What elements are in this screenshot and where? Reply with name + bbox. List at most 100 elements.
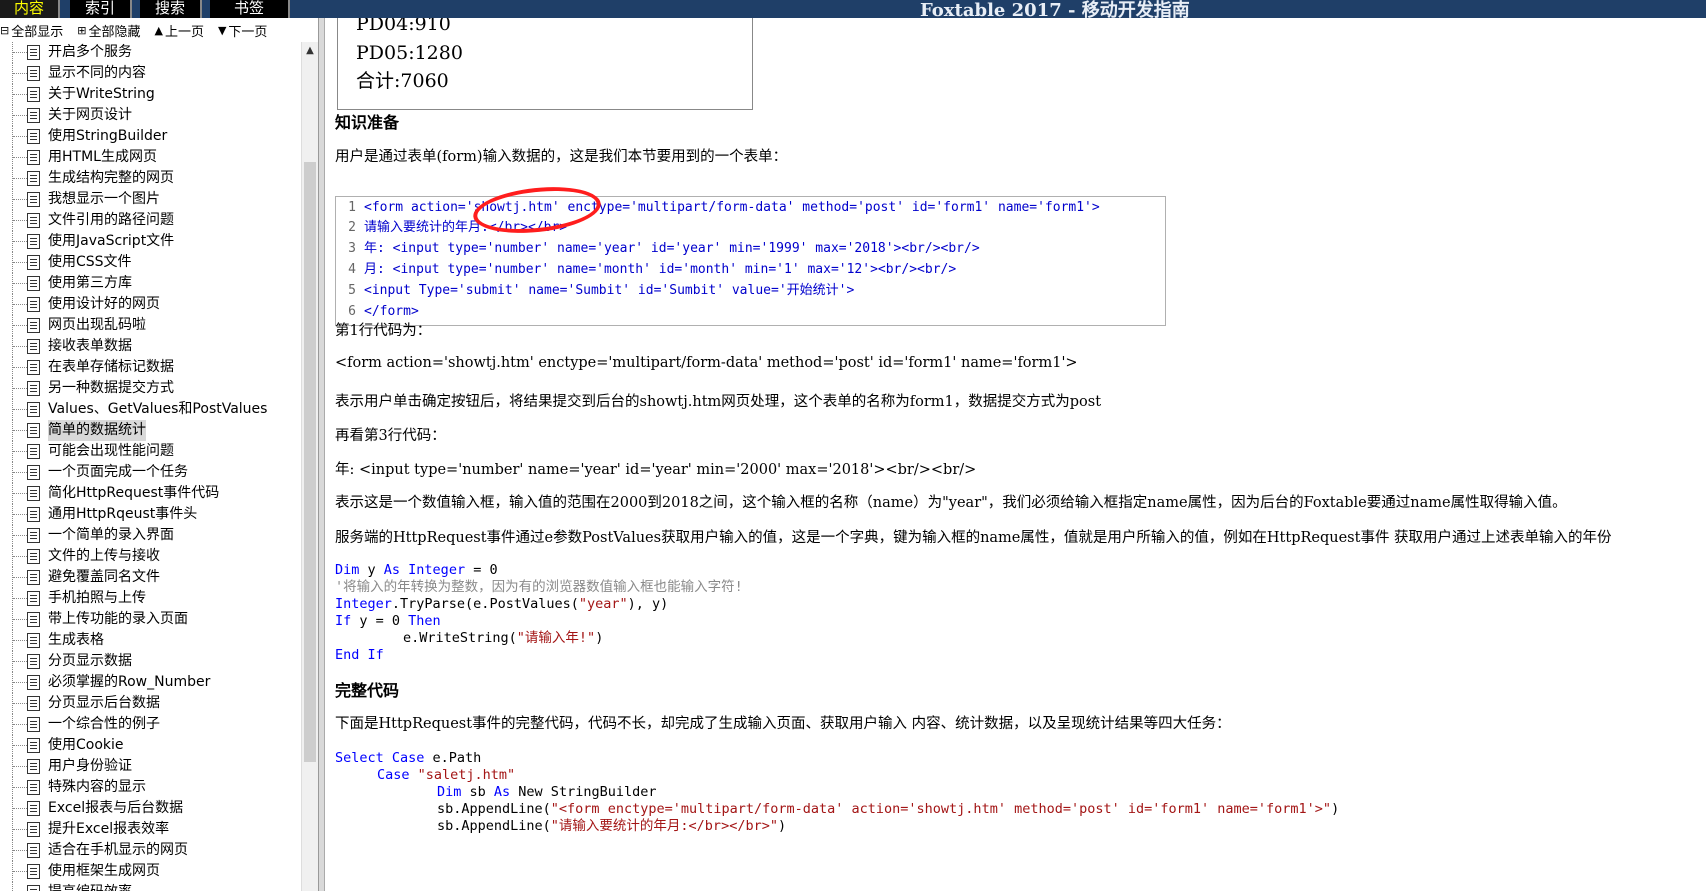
tree-item[interactable]: 显示不同的内容 (0, 63, 300, 84)
expand-all-button[interactable]: ⊟ 全部显示 (0, 21, 63, 40)
tree-item[interactable]: 适合在手机显示的网页 (0, 840, 300, 861)
tree-item[interactable]: 开启多个服务 (0, 42, 300, 63)
tree-item[interactable]: 避免覆盖同名文件 (0, 567, 300, 588)
vb-text: sb (461, 784, 494, 800)
top-bar: 内容 索引 搜索 书签 Foxtable 2017 - 移动开发指南 (0, 0, 1706, 18)
document-icon (27, 591, 40, 606)
tree-item[interactable]: 分页显示数据 (0, 651, 300, 672)
tab-bookmarks[interactable]: 书签 (210, 0, 290, 18)
heading-complete: 完整代码 (335, 681, 400, 700)
vb-text: ) (595, 630, 604, 646)
vb-text: = 0 (465, 562, 498, 578)
paragraph-server: 服务端的HttpRequest事件通过e参数PostValues获取用户输入的值… (335, 530, 1612, 546)
tree-item[interactable]: Excel报表与后台数据 (0, 798, 300, 819)
document-icon (27, 87, 40, 102)
paragraph-complete: 下面是HttpRequest事件的完整代码，代码不长，却完成了生成输入页面、获取… (335, 716, 1231, 732)
tree-item[interactable]: 提升Excel报表效率 (0, 819, 300, 840)
vb-comment: '将输入的年转换为整数，因为有的浏览器数值输入框也能输入字符! (335, 579, 743, 595)
tree-item-label: 接收表单数据 (48, 338, 132, 354)
tree-item[interactable]: 在表单存储标记数据 (0, 357, 300, 378)
tree-item[interactable]: 文件的上传与接收 (0, 546, 300, 567)
tab-contents[interactable]: 内容 (0, 0, 60, 18)
tree-item[interactable]: 使用设计好的网页 (0, 294, 300, 315)
tab-search[interactable]: 搜索 (140, 0, 202, 18)
vb-string: "<form enctype='multipart/form-data' act… (550, 801, 1332, 817)
tree-item[interactable]: 使用CSS文件 (0, 252, 300, 273)
scroll-up-icon[interactable]: ▲ (302, 42, 318, 60)
tree-item-label: 手机拍照与上传 (48, 590, 146, 606)
tree-item[interactable]: 关于WriteString (0, 84, 300, 105)
tree-item[interactable]: Values、GetValues和PostValues (0, 399, 300, 420)
tree-item-label: Values、GetValues和PostValues (48, 401, 268, 417)
document-icon (27, 297, 40, 312)
document-icon (27, 318, 40, 333)
collapse-all-button[interactable]: ⊞ 全部隐藏 (77, 21, 140, 40)
tree-item[interactable]: 使用框架生成网页 (0, 861, 300, 882)
paragraph-line1-code: <form action='showtj.htm' enctype='multi… (335, 355, 1078, 371)
tree-item[interactable]: 关于网页设计 (0, 105, 300, 126)
vb-text: y = 0 (351, 613, 409, 629)
tree-item[interactable]: 网页出现乱码啦 (0, 315, 300, 336)
tree-item[interactable]: 一个简单的录入界面 (0, 525, 300, 546)
tree-item[interactable]: 另一种数据提交方式 (0, 378, 300, 399)
arrow-down-icon: ▼ (217, 23, 227, 37)
tree-item-label: 分页显示后台数据 (48, 695, 160, 711)
vb-keyword: Integer (400, 562, 466, 578)
tree-item[interactable]: 用户身份验证 (0, 756, 300, 777)
tree-item-label: 生成表格 (48, 632, 104, 648)
tree-item[interactable]: 使用StringBuilder (0, 126, 300, 147)
document-icon (27, 528, 40, 543)
paragraph-line1-desc: 表示用户单击确定按钮后，将结果提交到后台的showtj.htm网页处理，这个表单… (335, 394, 1102, 410)
document-icon (27, 381, 40, 396)
vb-text: .TryParse(e.PostValues( (391, 596, 579, 612)
tree-item[interactable]: 一个综合性的例子 (0, 714, 300, 735)
vb-text: New StringBuilder (510, 784, 657, 800)
tree-item-label: 适合在手机显示的网页 (48, 842, 188, 858)
prev-page-button[interactable]: ▲ 上一页 (154, 21, 203, 40)
tree-item[interactable]: 简化HttpRequest事件代码 (0, 483, 300, 504)
tree-item[interactable]: 分页显示后台数据 (0, 693, 300, 714)
document-icon (27, 885, 40, 891)
tree-item[interactable]: 可能会出现性能问题 (0, 441, 300, 462)
vb-keyword: Then (408, 613, 441, 629)
tree-item[interactable]: 用HTML生成网页 (0, 147, 300, 168)
tree-item-label: 开启多个服务 (48, 44, 132, 60)
vb-line: Dim y As Integer = 0 (335, 561, 498, 579)
vb-text: sb.AppendLine( (437, 801, 551, 817)
tree-item[interactable]: 带上传功能的录入页面 (0, 609, 300, 630)
tree-item[interactable]: 手机拍照与上传 (0, 588, 300, 609)
collapse-all-icon: ⊞ (77, 23, 87, 37)
next-page-button[interactable]: ▼ 下一页 (218, 21, 267, 40)
tree-item[interactable]: 文件引用的路径问题 (0, 210, 300, 231)
tree-item[interactable]: 通用HttpRqeust事件头 (0, 504, 300, 525)
tree-item[interactable]: 一个页面完成一个任务 (0, 462, 300, 483)
tree-item[interactable]: 简单的数据统计 (0, 420, 300, 441)
vb-text: y (359, 562, 384, 578)
scrollbar-thumb[interactable] (304, 162, 316, 762)
tree-item-label: 使用设计好的网页 (48, 296, 160, 312)
tree-item[interactable]: 必须掌握的Row_Number (0, 672, 300, 693)
tree-item[interactable]: 生成表格 (0, 630, 300, 651)
document-icon (27, 339, 40, 354)
paragraph-line3-code: 年: <input type='number' name='year' id='… (335, 462, 977, 478)
tree-item[interactable]: 接收表单数据 (0, 336, 300, 357)
sidebar: ⊟ 全部显示 ⊞ 全部隐藏 ▲ 上一页 ▼ 下一页 开启多个服务显示不同的内容关… (0, 18, 319, 891)
tree-item-label: 使用第三方库 (48, 275, 132, 291)
tree-item[interactable]: 生成结构完整的网页 (0, 168, 300, 189)
tree-item[interactable]: 我想显示一个图片 (0, 189, 300, 210)
tree-item[interactable]: 使用Cookie (0, 735, 300, 756)
code-line: 5 <input Type='submit' name='Sumbit' id='… (336, 280, 854, 302)
tab-index[interactable]: 索引 (70, 0, 132, 18)
document-icon (27, 444, 40, 459)
tree-item[interactable]: 特殊内容的显示 (0, 777, 300, 798)
document-icon (27, 486, 40, 501)
sidebar-scrollbar[interactable]: ▲ (301, 42, 318, 891)
tree-item[interactable]: 提高编码效率 (0, 882, 300, 891)
tree-item[interactable]: 使用第三方库 (0, 273, 300, 294)
code-line: 4 月: <input type='number' name='month' id… (336, 259, 956, 281)
vb-text: ) (777, 818, 787, 834)
heading-knowledge: 知识准备 (335, 113, 400, 132)
vb-text: ), y) (627, 596, 669, 612)
tree-item[interactable]: 使用JavaScript文件 (0, 231, 300, 252)
tree-item-label: 我想显示一个图片 (48, 191, 160, 207)
